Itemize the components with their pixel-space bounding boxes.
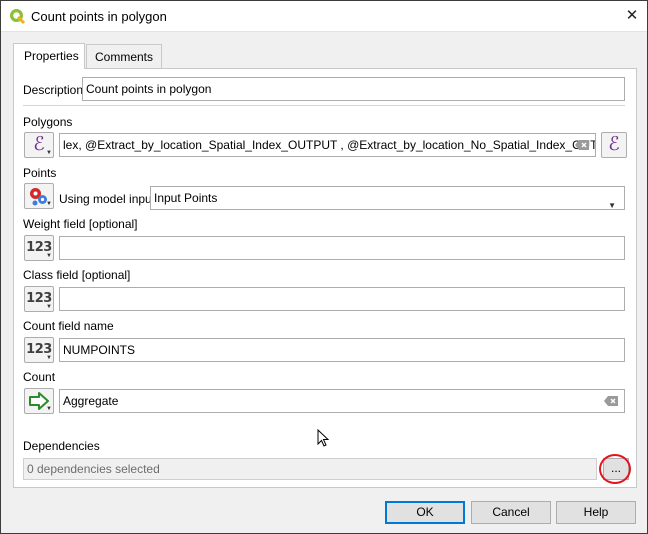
chevron-down-icon: ▼ <box>46 355 52 361</box>
count-input[interactable]: Aggregate <box>59 389 625 413</box>
separator <box>23 105 625 106</box>
count-field-name-input[interactable]: NUMPOINTS <box>59 338 625 362</box>
dialog-window: Count points in polygon ✕ Properties Com… <box>0 0 648 534</box>
close-button[interactable]: ✕ <box>617 1 647 31</box>
chevron-down-icon: ▼ <box>46 201 52 207</box>
polygons-source-button[interactable]: ℰ ▼ <box>24 132 54 158</box>
highlight-annotation <box>599 454 631 484</box>
chevron-down-icon: ▼ <box>608 201 616 210</box>
points-selected-value: Input Points <box>154 191 218 205</box>
dependencies-field: 0 dependencies selected <box>23 458 597 480</box>
cancel-button[interactable]: Cancel <box>471 501 551 524</box>
tab-label: Properties <box>24 49 79 63</box>
polygons-input[interactable]: lex, @Extract_by_location_Spatial_Index_… <box>59 133 596 157</box>
expression-icon: ℰ <box>608 133 620 155</box>
qgis-logo-icon <box>10 9 25 24</box>
chevron-down-icon: ▼ <box>46 304 52 310</box>
count-value: Aggregate <box>63 394 119 408</box>
ok-button[interactable]: OK <box>385 501 465 524</box>
class-field-input[interactable] <box>59 287 625 311</box>
window-title: Count points in polygon <box>31 9 167 24</box>
chevron-down-icon: ▼ <box>46 150 52 156</box>
title-bar: Count points in polygon ✕ <box>1 1 647 32</box>
points-label: Points <box>23 166 57 180</box>
count-label: Count <box>23 370 56 384</box>
points-select[interactable]: Input Points ▼ <box>150 186 625 210</box>
dependencies-label: Dependencies <box>23 439 100 453</box>
close-icon: ✕ <box>625 7 639 24</box>
tab-label: Comments <box>94 50 153 64</box>
polygons-expression-button[interactable]: ℰ <box>601 132 627 158</box>
mouse-cursor-icon <box>317 429 329 447</box>
points-source-button[interactable]: ▼ <box>24 183 54 209</box>
polygons-value: lex, @Extract_by_location_Spatial_Index_… <box>63 138 596 152</box>
polygons-label: Polygons <box>23 115 73 129</box>
help-button[interactable]: Help <box>556 501 636 524</box>
class-field-label: Class field [optional] <box>23 268 131 282</box>
class-field-source-button[interactable]: 123 ▼ <box>24 286 54 312</box>
chevron-down-icon: ▼ <box>46 406 52 412</box>
tab-comments[interactable]: Comments <box>86 44 162 68</box>
count-source-button[interactable]: ▼ <box>24 388 54 414</box>
weight-field-source-button[interactable]: 123 ▼ <box>24 235 54 261</box>
count-field-name-source-button[interactable]: 123 ▼ <box>24 337 54 363</box>
weight-field-label: Weight field [optional] <box>23 217 138 231</box>
points-mode-label: Using model input <box>59 192 156 206</box>
count-field-name-label: Count field name <box>23 319 114 333</box>
expression-icon: ℰ <box>33 133 45 155</box>
clear-icon[interactable] <box>575 140 589 150</box>
weight-field-input[interactable] <box>59 236 625 260</box>
chevron-down-icon: ▼ <box>46 253 52 259</box>
clear-icon[interactable] <box>604 396 618 406</box>
tab-properties[interactable]: Properties <box>13 43 85 69</box>
description-label: Description <box>23 83 84 97</box>
description-input[interactable]: Count points in polygon <box>82 77 625 101</box>
